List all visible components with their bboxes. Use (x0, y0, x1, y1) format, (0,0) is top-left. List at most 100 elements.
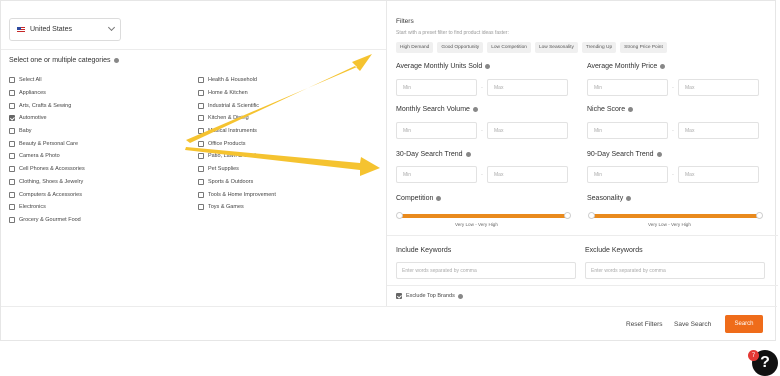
exclude-brands-checkbox[interactable] (396, 293, 402, 299)
category-item[interactable]: Select All (9, 74, 85, 87)
category-label: Office Products (208, 140, 246, 147)
seasonality-slider[interactable] (588, 212, 763, 219)
category-item[interactable]: Industrial & Scientific (198, 99, 276, 112)
category-checkbox[interactable] (198, 102, 204, 109)
trend-90-min-input[interactable]: Min (587, 166, 668, 183)
category-item[interactable]: Home & Kitchen (198, 87, 276, 100)
category-checkbox[interactable] (9, 77, 15, 84)
save-search-button[interactable]: Save Search (674, 321, 711, 328)
category-item[interactable]: Arts, Crafts & Sewing (9, 99, 85, 112)
competition-text: Competition (396, 195, 434, 202)
help-icon[interactable] (436, 196, 442, 201)
category-item[interactable]: Camera & Photo (9, 150, 85, 163)
category-item[interactable]: Electronics (9, 201, 85, 214)
category-item[interactable]: Kitchen & Dining (198, 112, 276, 125)
category-item[interactable]: Patio, Lawn & Garden (198, 150, 276, 163)
help-icon[interactable] (457, 293, 463, 299)
category-item[interactable]: Toys & Games (198, 201, 276, 214)
avg-price-min-input[interactable]: Min (587, 79, 668, 96)
category-label: Toys & Games (208, 204, 244, 211)
slider-handle-max[interactable] (564, 212, 571, 219)
category-item[interactable]: Appliances (9, 87, 85, 100)
search-button[interactable]: Search (725, 315, 763, 333)
category-checkbox[interactable] (9, 216, 15, 223)
category-item[interactable]: Computers & Accessories (9, 188, 85, 201)
avg-price-max-input[interactable]: Max (678, 79, 759, 96)
preset-chip[interactable]: Strong Price Point (620, 42, 667, 53)
country-select[interactable]: United States (9, 18, 121, 41)
search-volume-min-input[interactable]: Min (396, 122, 477, 139)
help-icon[interactable] (656, 152, 662, 157)
category-label: Home & Kitchen (208, 90, 248, 97)
category-checkbox[interactable] (9, 178, 15, 185)
category-column-left: Select All Appliances Arts, Crafts & Sewin… (9, 74, 85, 226)
competition-slider[interactable] (396, 212, 571, 219)
category-checkbox[interactable] (198, 191, 204, 198)
preset-chip[interactable]: Low Seasonality (534, 42, 578, 53)
category-checkbox[interactable] (198, 140, 204, 147)
slider-handle-min[interactable] (396, 212, 403, 219)
avg-units-min-input[interactable]: Min (396, 79, 477, 96)
exclude-keywords-input[interactable]: Enter words separated by comma (585, 262, 765, 279)
category-checkbox[interactable] (198, 77, 204, 84)
avg-price-text: Average Monthly Price (587, 63, 658, 70)
country-value: United States (30, 26, 73, 33)
category-checkbox[interactable] (9, 90, 15, 97)
category-checkbox[interactable] (198, 204, 204, 211)
category-label: Clothing, Shoes & Jewelry (19, 178, 84, 185)
reset-filters-button[interactable]: Reset Filters (626, 321, 662, 328)
category-item[interactable]: Health & Household (198, 74, 276, 87)
category-item[interactable]: Musical Instruments (198, 125, 276, 138)
search-volume-max-input[interactable]: Max (487, 122, 568, 139)
category-item[interactable]: Grocery & Gourmet Food (9, 214, 85, 227)
help-icon[interactable] (465, 152, 471, 157)
preset-chip[interactable]: High Demand (396, 42, 434, 53)
preset-chip[interactable]: Low Competition (487, 42, 531, 53)
help-icon[interactable] (626, 196, 632, 201)
category-item[interactable]: Baby (9, 125, 85, 138)
category-checkbox[interactable] (9, 153, 15, 160)
category-checkbox[interactable] (198, 153, 204, 160)
category-checkbox[interactable] (9, 140, 15, 147)
help-icon[interactable] (628, 107, 634, 112)
preset-chip[interactable]: Trending Up (581, 42, 617, 53)
category-item[interactable]: Automotive (9, 112, 85, 125)
category-item[interactable]: Tools & Home Improvement (198, 188, 276, 201)
category-checkbox[interactable] (9, 102, 15, 109)
help-icon[interactable] (472, 107, 478, 112)
category-checkbox[interactable] (9, 204, 15, 211)
category-item[interactable]: Pet Supplies (198, 163, 276, 176)
category-item[interactable]: Clothing, Shoes & Jewelry (9, 176, 85, 189)
category-label: Baby (19, 128, 32, 135)
category-checkbox[interactable] (198, 128, 204, 135)
slider-handle-min[interactable] (588, 212, 595, 219)
category-checkbox[interactable] (198, 90, 204, 97)
trend-90-max-input[interactable]: Max (678, 166, 759, 183)
include-keywords-input[interactable]: Enter words separated by comma (396, 262, 576, 279)
avg-units-max-input[interactable]: Max (487, 79, 568, 96)
help-icon[interactable] (660, 64, 666, 69)
category-checkbox[interactable] (198, 178, 204, 185)
preset-chip[interactable]: Good Opportunity (437, 42, 484, 53)
exclude-top-brands[interactable]: Exclude Top Brands (396, 293, 463, 299)
category-item[interactable]: Office Products (198, 137, 276, 150)
category-checkbox[interactable] (198, 166, 204, 173)
trend-30-max-input[interactable]: Max (487, 166, 568, 183)
slider-handle-max[interactable] (756, 212, 763, 219)
category-checkbox[interactable] (9, 128, 15, 135)
category-item[interactable]: Sports & Outdoors (198, 176, 276, 189)
help-icon[interactable] (485, 64, 491, 69)
category-checkbox[interactable] (9, 115, 15, 122)
trend-30-min-input[interactable]: Min (396, 166, 477, 183)
search-volume-label: Monthly Search Volume (396, 106, 478, 113)
category-item[interactable]: Beauty & Personal Care (9, 137, 85, 150)
category-label: Musical Instruments (208, 128, 257, 135)
divider (387, 285, 778, 286)
help-icon[interactable] (113, 58, 119, 63)
category-item[interactable]: Cell Phones & Accessories (9, 163, 85, 176)
category-checkbox[interactable] (9, 191, 15, 198)
category-checkbox[interactable] (198, 115, 204, 122)
niche-score-max-input[interactable]: Max (678, 122, 759, 139)
niche-score-min-input[interactable]: Min (587, 122, 668, 139)
category-checkbox[interactable] (9, 166, 15, 173)
